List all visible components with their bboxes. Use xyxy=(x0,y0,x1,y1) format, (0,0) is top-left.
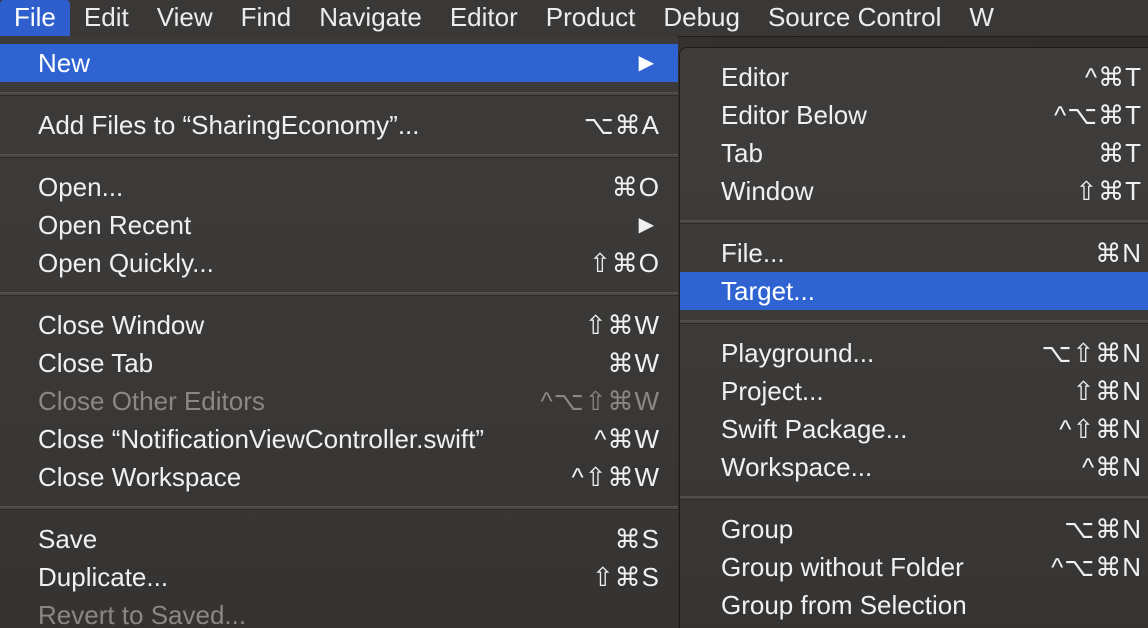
submenu-item-group-from-selection[interactable]: Group from Selection xyxy=(680,586,1148,624)
menubar-view[interactable]: View xyxy=(143,0,227,36)
menu-item-label: Swift Package... xyxy=(721,414,908,444)
submenu-item-editor-below[interactable]: Editor Below ^⌥⌘T xyxy=(680,96,1148,134)
menu-separator xyxy=(0,292,678,296)
menu-bar: File Edit View Find Navigate Editor Prod… xyxy=(0,0,1148,37)
menu-item-shortcut: ⇧⌘N xyxy=(1072,376,1142,406)
menu-item-shortcut: ⌥⌘N xyxy=(1064,514,1142,544)
menu-item-add-files[interactable]: Add Files to “SharingEconomy”... ⌥⌘A xyxy=(0,106,678,144)
menu-item-label: Close Other Editors xyxy=(38,386,265,416)
menu-item-close-workspace[interactable]: Close Workspace ^⇧⌘W xyxy=(0,458,678,496)
submenu-item-file[interactable]: File... ⌘N xyxy=(680,234,1148,272)
menu-item-label: File... xyxy=(721,238,785,268)
menu-item-label: Tab xyxy=(721,138,763,168)
menu-item-close-window[interactable]: Close Window ⇧⌘W xyxy=(0,306,678,344)
submenu-item-group[interactable]: Group ⌥⌘N xyxy=(680,510,1148,548)
menu-item-label: Open Quickly... xyxy=(38,248,214,278)
menu-item-shortcut: ⌘N xyxy=(1095,238,1142,268)
submenu-item-swift-package[interactable]: Swift Package... ^⇧⌘N xyxy=(680,410,1148,448)
submenu-item-playground[interactable]: Playground... ⌥⇧⌘N xyxy=(680,334,1148,372)
menu-item-shortcut: ⇧⌘O xyxy=(588,248,660,278)
menu-item-label: Project... xyxy=(721,376,824,406)
menu-item-label: Duplicate... xyxy=(38,562,169,592)
menu-item-label: Editor xyxy=(721,62,789,92)
menu-item-label: Revert to Saved... xyxy=(38,600,247,628)
menu-item-shortcut: ^⌘W xyxy=(594,424,660,454)
submenu-item-group-without-folder[interactable]: Group without Folder ^⌥⌘N xyxy=(680,548,1148,586)
menu-item-shortcut: ⇧⌘T xyxy=(1075,176,1142,206)
submenu-item-window[interactable]: Window ⇧⌘T xyxy=(680,172,1148,210)
menubar-find[interactable]: Find xyxy=(227,0,306,36)
menu-item-shortcut: ⌘S xyxy=(614,524,660,554)
menu-item-label: Group without Folder xyxy=(721,552,964,582)
menu-item-label: Group from Selection xyxy=(721,590,967,620)
menu-item-label: Editor Below xyxy=(721,100,867,130)
menubar-source-control[interactable]: Source Control xyxy=(754,0,955,36)
menubar-debug[interactable]: Debug xyxy=(649,0,754,36)
menu-separator xyxy=(0,506,678,510)
submenu-item-tab[interactable]: Tab ⌘T xyxy=(680,134,1148,172)
menu-item-label: Open... xyxy=(38,172,124,202)
menubar-navigate[interactable]: Navigate xyxy=(305,0,436,36)
menu-separator xyxy=(680,496,1148,500)
menu-item-shortcut: ^⇧⌘N xyxy=(1059,414,1142,444)
menu-item-shortcut: ⇧⌘W xyxy=(584,310,660,340)
menu-item-close-tab[interactable]: Close Tab ⌘W xyxy=(0,344,678,382)
menu-item-open-quickly[interactable]: Open Quickly... ⇧⌘O xyxy=(0,244,678,282)
menu-item-label: Workspace... xyxy=(721,452,873,482)
menu-item-shortcut: ⇧⌘S xyxy=(591,562,660,592)
menubar-editor[interactable]: Editor xyxy=(436,0,532,36)
menu-item-revert-to-saved: Revert to Saved... xyxy=(0,596,678,628)
menu-item-label: Close Window xyxy=(38,310,205,340)
menu-separator xyxy=(680,220,1148,224)
menu-item-shortcut: ⌘O xyxy=(611,172,660,202)
menu-item-shortcut: ^⌥⌘N xyxy=(1051,552,1142,582)
menu-item-shortcut: ⌘T xyxy=(1098,138,1142,168)
menu-separator xyxy=(0,92,678,96)
menu-item-label: New xyxy=(38,48,91,78)
menu-item-shortcut: ^⌥⌘T xyxy=(1053,100,1142,130)
menu-item-shortcut: ^⌥⇧⌘W xyxy=(540,386,660,416)
menu-item-label: Playground... xyxy=(721,338,875,368)
menu-item-label: Add Files to “SharingEconomy”... xyxy=(38,110,420,140)
menu-item-label: Close Workspace xyxy=(38,462,242,492)
new-submenu: Editor ^⌘T Editor Below ^⌥⌘T Tab ⌘T Wind… xyxy=(679,47,1148,628)
menu-item-shortcut: ^⌘T xyxy=(1084,62,1142,92)
file-menu: New ▶ Add Files to “SharingEconomy”... ⌥… xyxy=(0,36,678,628)
menu-item-open[interactable]: Open... ⌘O xyxy=(0,168,678,206)
submenu-item-editor[interactable]: Editor ^⌘T xyxy=(680,58,1148,96)
menu-item-close-file[interactable]: Close “NotificationViewController.swift”… xyxy=(0,420,678,458)
submenu-arrow-icon: ▶ xyxy=(638,214,654,236)
menu-item-label: Save xyxy=(38,524,98,554)
menu-item-shortcut: ⌘W xyxy=(607,348,660,378)
menu-separator xyxy=(0,154,678,158)
menu-item-shortcut: ^⇧⌘W xyxy=(571,462,660,492)
submenu-item-target[interactable]: Target... xyxy=(680,272,1148,310)
menubar-window-truncated[interactable]: W xyxy=(955,0,1008,36)
menu-item-open-recent[interactable]: Open Recent ▶ xyxy=(0,206,678,244)
menu-item-label: Open Recent xyxy=(38,210,192,240)
menu-item-shortcut: ⌥⌘A xyxy=(583,110,660,140)
menu-item-close-other-editors: Close Other Editors ^⌥⇧⌘W xyxy=(0,382,678,420)
menu-item-duplicate[interactable]: Duplicate... ⇧⌘S xyxy=(0,558,678,596)
menu-item-save[interactable]: Save ⌘S xyxy=(0,520,678,558)
menubar-edit[interactable]: Edit xyxy=(70,0,143,36)
menubar-product[interactable]: Product xyxy=(532,0,650,36)
submenu-item-project[interactable]: Project... ⇧⌘N xyxy=(680,372,1148,410)
menu-item-label: Target... xyxy=(721,276,815,306)
menu-item-label: Window xyxy=(721,176,814,206)
menubar-file[interactable]: File xyxy=(0,0,70,36)
menu-item-shortcut: ⌥⇧⌘N xyxy=(1041,338,1142,368)
menu-item-label: Close “NotificationViewController.swift” xyxy=(38,424,485,454)
menu-item-new[interactable]: New ▶ xyxy=(0,44,678,82)
menu-item-shortcut: ^⌘N xyxy=(1082,452,1142,482)
menu-item-label: Group xyxy=(721,514,794,544)
submenu-item-workspace[interactable]: Workspace... ^⌘N xyxy=(680,448,1148,486)
submenu-arrow-icon: ▶ xyxy=(638,52,654,74)
menu-item-label: Close Tab xyxy=(38,348,154,378)
menu-separator xyxy=(680,320,1148,324)
screen: File Edit View Find Navigate Editor Prod… xyxy=(0,0,1148,628)
